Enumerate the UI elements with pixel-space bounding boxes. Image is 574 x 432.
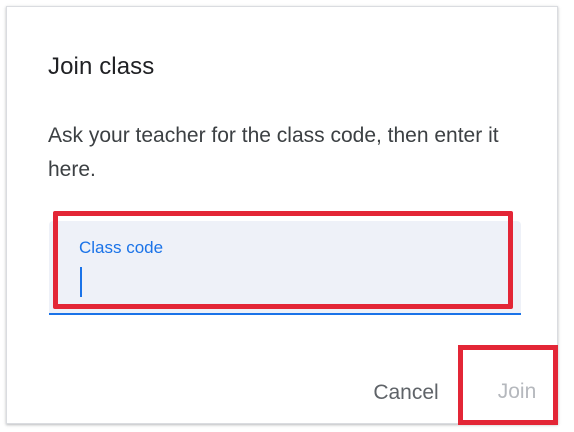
dialog-title: Join class <box>48 53 155 80</box>
text-caret <box>80 267 82 297</box>
class-code-field[interactable]: Class code <box>49 221 521 315</box>
join-button[interactable]: Join <box>469 354 565 430</box>
join-class-dialog: Join class Ask your teacher for the clas… <box>6 6 558 424</box>
class-code-label: Class code <box>79 238 164 257</box>
cancel-button[interactable]: Cancel <box>355 375 457 411</box>
dialog-description: Ask your teacher for the class code, the… <box>48 124 499 181</box>
class-code-input[interactable] <box>77 263 497 299</box>
field-underline <box>49 313 521 315</box>
